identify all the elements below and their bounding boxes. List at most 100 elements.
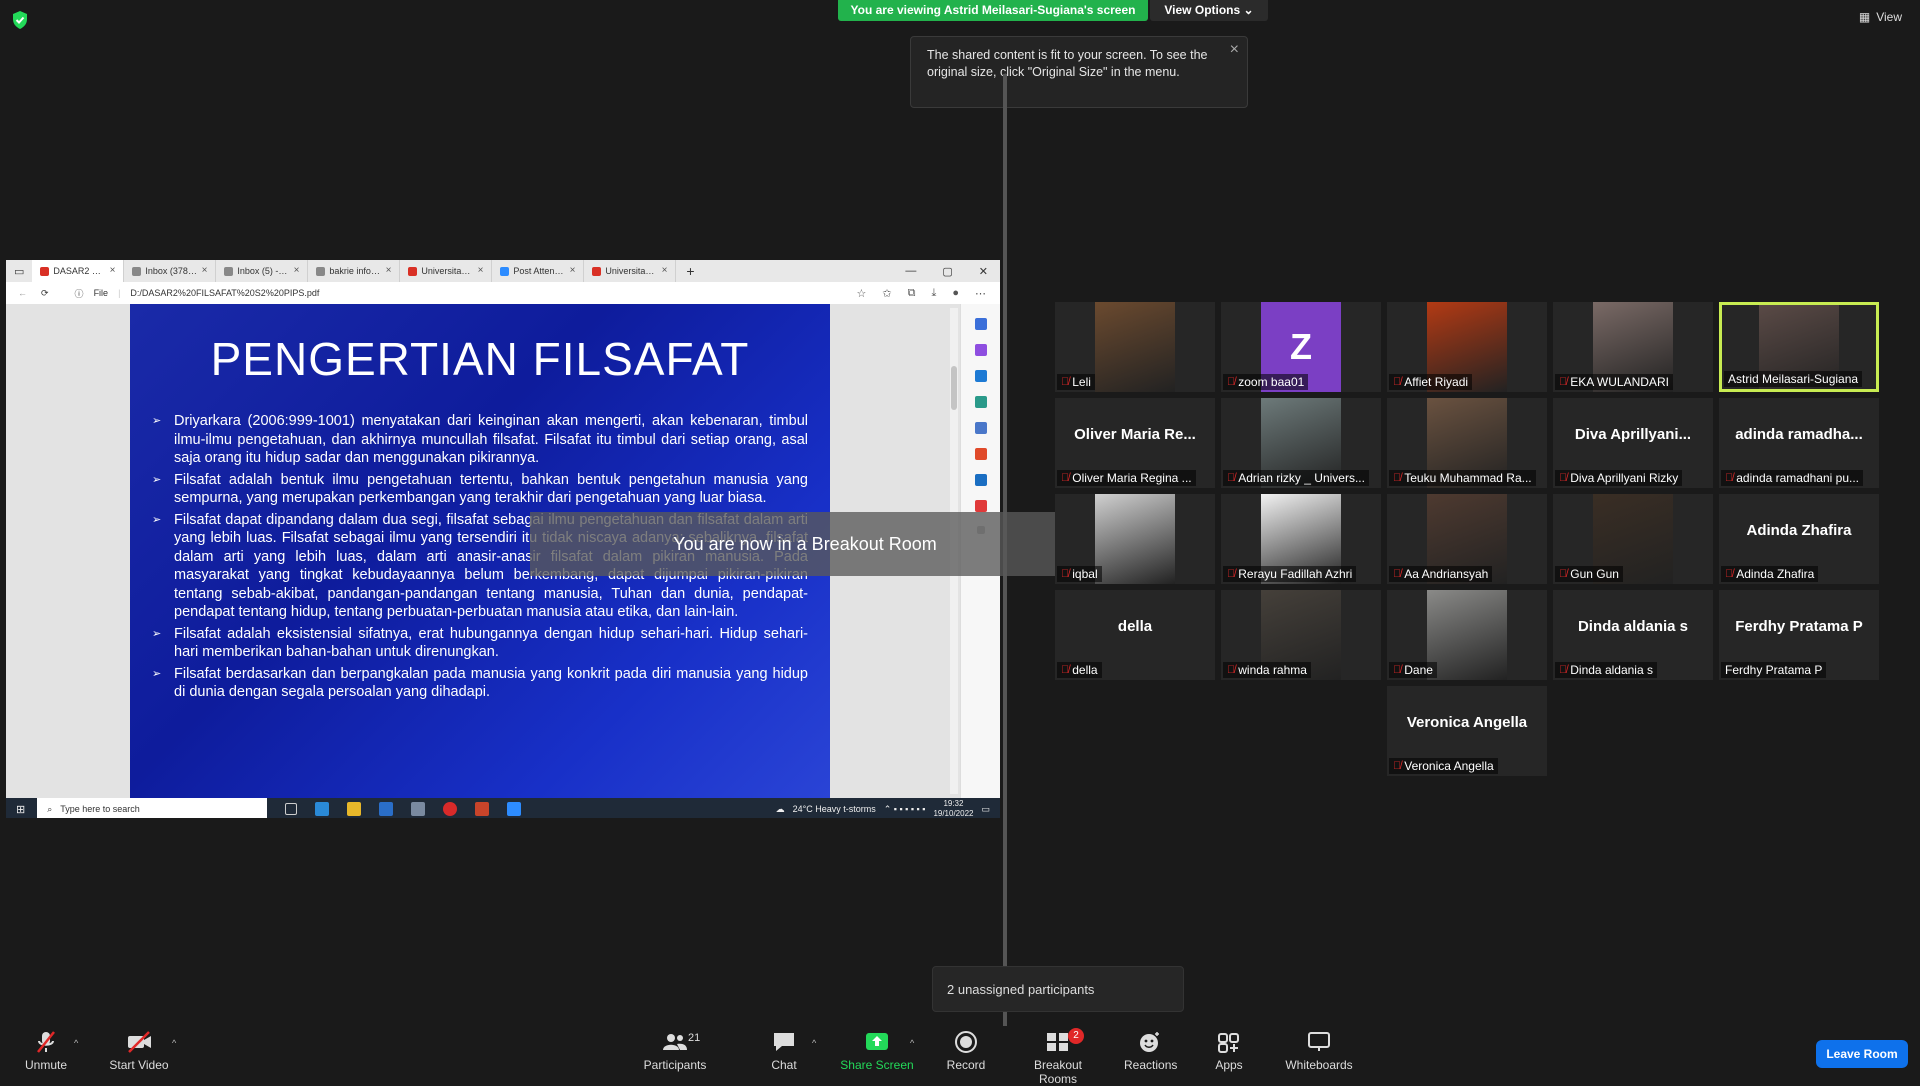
youtube-icon[interactable] (975, 500, 987, 512)
participant-tile[interactable]: Z 🎙̸ zoom baa01 (1221, 302, 1381, 392)
zoom-icon[interactable] (507, 802, 522, 816)
participants-button[interactable]: Participants 21 (640, 1030, 710, 1072)
mail-icon[interactable] (379, 802, 394, 816)
tools-icon[interactable] (975, 396, 987, 408)
collections-icon[interactable]: ⧉ (908, 287, 916, 300)
weather-icon[interactable]: ☁ (776, 804, 785, 815)
participant-tile[interactable]: Oliver Maria Re... 🎙̸ Oliver Maria Regina … (1055, 398, 1215, 488)
weather-text[interactable]: 24°C Heavy t-storms (793, 804, 876, 814)
participant-tile[interactable]: 🎙̸ Leli (1055, 302, 1215, 392)
browser-tab[interactable]: bakrie informatic × (308, 260, 401, 282)
browser-tab[interactable]: DASAR2 FILSAFAT × (32, 260, 125, 282)
discover-icon[interactable] (975, 344, 987, 356)
record-button[interactable]: Record (944, 1030, 988, 1072)
back-icon[interactable]: ← (18, 288, 27, 298)
close-window-icon[interactable]: ✕ (979, 265, 988, 278)
participant-tile[interactable]: 🎙̸ EKA WULANDARI (1553, 302, 1713, 392)
participant-tile[interactable]: 🎙̸ Rerayu Fadillah Azhri (1221, 494, 1381, 584)
tab-actions-icon[interactable]: ▭ (6, 265, 32, 278)
whiteboards-button[interactable]: Whiteboards (1284, 1030, 1354, 1072)
tab-close-icon[interactable]: × (478, 260, 484, 282)
file-explorer-icon[interactable] (347, 802, 362, 816)
share-screen-button[interactable]: Share Screen (840, 1030, 914, 1072)
taskbar-clock[interactable]: 19:32 19/10/2022 (933, 799, 973, 818)
chat-options-caret[interactable]: ^ (812, 1038, 816, 1048)
browser-tab[interactable]: Post Attendee - Z × (492, 260, 585, 282)
new-tab-icon[interactable]: + (676, 263, 704, 279)
participant-tile[interactable]: 🎙̸ Teuku Muhammad Ra... (1387, 398, 1547, 488)
reactions-button[interactable]: Reactions (1124, 1030, 1177, 1072)
windows-start-icon[interactable]: ⊞ (16, 803, 25, 816)
tab-close-icon[interactable]: × (662, 260, 668, 282)
tab-close-icon[interactable]: × (570, 260, 576, 282)
chat-button[interactable]: Chat (766, 1030, 802, 1072)
powerpoint-icon[interactable] (475, 802, 490, 816)
participant-tile[interactable]: adinda ramadha... 🎙̸ adinda ramadhani pu..… (1719, 398, 1879, 488)
taskbar-search[interactable]: ⌕ Type here to search (37, 798, 268, 818)
participant-tile[interactable]: 🎙̸ Aa Andriansyah (1387, 494, 1547, 584)
apps-button[interactable]: Apps (1214, 1030, 1244, 1072)
participant-tile[interactable]: Ferdhy Pratama P Ferdhy Pratama P (1719, 590, 1879, 680)
participant-name: Oliver Maria Regina ... (1072, 471, 1192, 485)
url-field[interactable]: ⓘ File | D:/DASAR2%20FILSAFAT%20S2%20PIP… (61, 287, 320, 300)
start-video-button[interactable]: Start Video (106, 1030, 172, 1072)
breakout-rooms-button[interactable]: Breakout Rooms 2 (1014, 1028, 1102, 1086)
participant-tile[interactable]: Adinda Zhafira 🎙̸ Adinda Zhafira (1719, 494, 1879, 584)
tab-label: Post Attendee - Z (513, 266, 565, 276)
tab-close-icon[interactable]: × (110, 260, 116, 282)
search-icon[interactable] (975, 318, 987, 330)
camera-icon[interactable] (411, 802, 426, 816)
maximize-icon[interactable]: ▢ (942, 265, 952, 278)
favorites-icon[interactable]: ✩ (882, 287, 891, 300)
participant-tile[interactable]: Dinda aldania s 🎙̸ Dinda aldania s (1553, 590, 1713, 680)
browser-tab[interactable]: Universitas Bakri × (400, 260, 493, 282)
participant-name: Ferdhy Pratama P (1725, 663, 1823, 677)
participant-name-tag: 🎙̸ Gun Gun (1555, 566, 1623, 582)
mic-muted-icon: 🎙̸ (1559, 472, 1568, 484)
video-options-caret[interactable]: ^ (172, 1038, 176, 1048)
tab-close-icon[interactable]: × (202, 260, 208, 282)
leave-room-button[interactable]: Leave Room (1816, 1040, 1908, 1068)
participant-display-name: Adinda Zhafira (1746, 522, 1852, 539)
task-view-icon[interactable] (285, 803, 298, 815)
reload-icon[interactable]: ⟳ (41, 288, 49, 299)
browser-tab[interactable]: Inbox (378) - astr × (124, 260, 217, 282)
shopping-icon[interactable] (975, 370, 987, 382)
scrollbar-thumb[interactable] (951, 366, 957, 410)
participant-tile[interactable]: Veronica Angella 🎙̸ Veronica Angella (1387, 686, 1547, 776)
minimize-icon[interactable]: — (905, 265, 916, 278)
browser-tab[interactable]: Universitas Bakri × (584, 260, 677, 282)
participant-tile[interactable]: 🎙̸ iqbal (1055, 494, 1215, 584)
outlook-icon[interactable] (975, 474, 987, 486)
participant-tile[interactable]: 🎙̸ Affiet Riyadi (1387, 302, 1547, 392)
office-icon[interactable] (975, 448, 987, 460)
opera-icon[interactable] (443, 802, 458, 816)
favorite-icon[interactable]: ☆ (857, 287, 867, 300)
participant-tile[interactable]: della 🎙̸ della (1055, 590, 1215, 680)
games-icon[interactable] (975, 422, 987, 434)
audio-options-caret[interactable]: ^ (74, 1038, 78, 1048)
security-shield-icon[interactable] (10, 10, 30, 30)
close-icon[interactable]: × (1230, 41, 1239, 58)
unassigned-participants-popup[interactable]: 2 unassigned participants (932, 966, 1184, 1012)
tray-icons[interactable]: ⌃ ▪ ▪ ▪ ▪ ▪ ▪ (884, 804, 926, 815)
unmute-button[interactable]: Unmute (20, 1030, 72, 1072)
browser-tab[interactable]: Inbox (5) - astrid × (216, 260, 309, 282)
participant-tile[interactable]: 🎙̸ Dane (1387, 590, 1547, 680)
more-icon[interactable]: ⋯ (975, 287, 986, 300)
participant-tile[interactable]: 🎙̸ Gun Gun (1553, 494, 1713, 584)
participant-tile[interactable]: Diva Aprillyani... 🎙̸ Diva Aprillyani Rizk… (1553, 398, 1713, 488)
notifications-icon[interactable]: ▭ (981, 804, 990, 815)
view-button[interactable]: ▦ View (1859, 10, 1902, 24)
participant-tile[interactable]: 🎙̸ winda rahma (1221, 590, 1381, 680)
share-options-caret[interactable]: ^ (910, 1038, 914, 1048)
participant-name-tag: 🎙̸ Dinda aldania s (1555, 662, 1657, 678)
tab-close-icon[interactable]: × (386, 260, 392, 282)
downloads-icon[interactable]: ⤓ (931, 287, 936, 300)
tab-close-icon[interactable]: × (294, 260, 300, 282)
view-options-button[interactable]: View Options ⌄ (1150, 0, 1268, 21)
edge-icon[interactable] (315, 802, 330, 816)
profile-icon[interactable]: ● (952, 287, 959, 300)
participant-tile[interactable]: Astrid Meilasari-Sugiana (1719, 302, 1879, 392)
participant-tile[interactable]: 🎙̸ Adrian rizky _ Univers... (1221, 398, 1381, 488)
